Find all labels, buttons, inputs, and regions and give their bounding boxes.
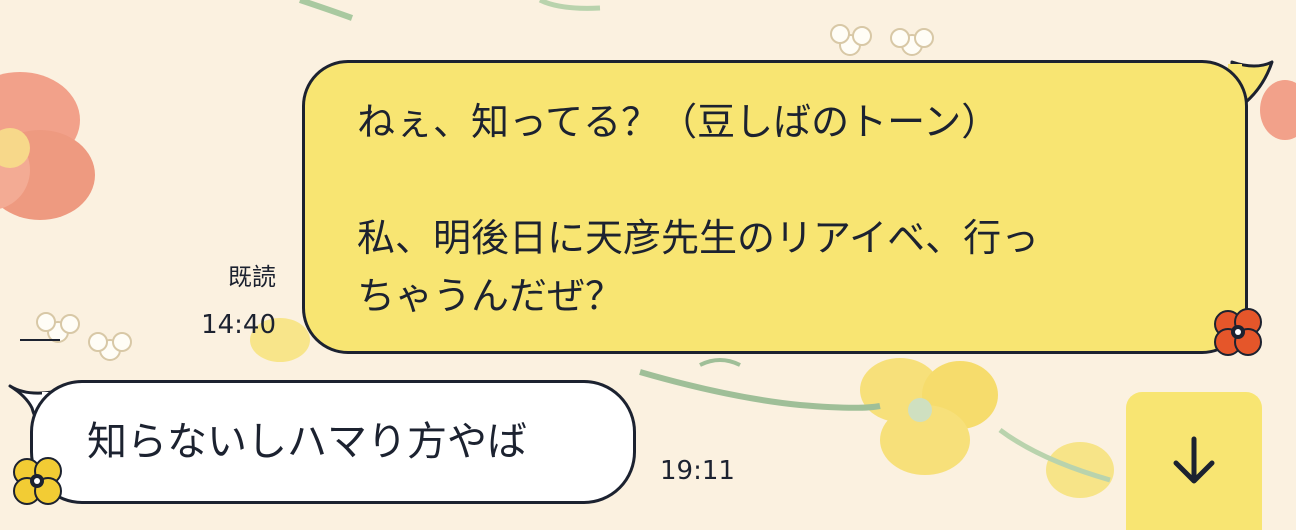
poppy-sticker-icon (1214, 308, 1262, 356)
red-flower-decoration (0, 72, 95, 220)
read-receipt-label: 既読 (228, 263, 276, 291)
outgoing-message-line-1: ねぇ、知ってる？（豆しばのトーン） (357, 100, 1000, 144)
outgoing-message-time: 14:40 (201, 310, 276, 340)
incoming-message-time: 19:11 (660, 456, 735, 486)
outgoing-message-blank-line (357, 151, 1205, 209)
incoming-message-text: 知らないしハマり方やば (87, 419, 527, 465)
yellow-flower-decoration (860, 358, 1114, 498)
outgoing-message-bubble[interactable]: ねぇ、知ってる？（豆しばのトーン） 私、明後日に天彦先生のリアイベ、行っ ちゃう… (302, 60, 1248, 354)
outgoing-message-line-2: 私、明後日に天彦先生のリアイベ、行っ (357, 216, 1040, 260)
outgoing-message-line-3: ちゃうんだぜ？ (357, 274, 624, 318)
yellow-flower-sticker-icon (13, 457, 62, 505)
arrow-down-icon (1173, 436, 1215, 484)
scroll-to-bottom-button[interactable] (1126, 392, 1262, 530)
incoming-message-bubble[interactable]: 知らないしハマり方やば (30, 380, 636, 504)
